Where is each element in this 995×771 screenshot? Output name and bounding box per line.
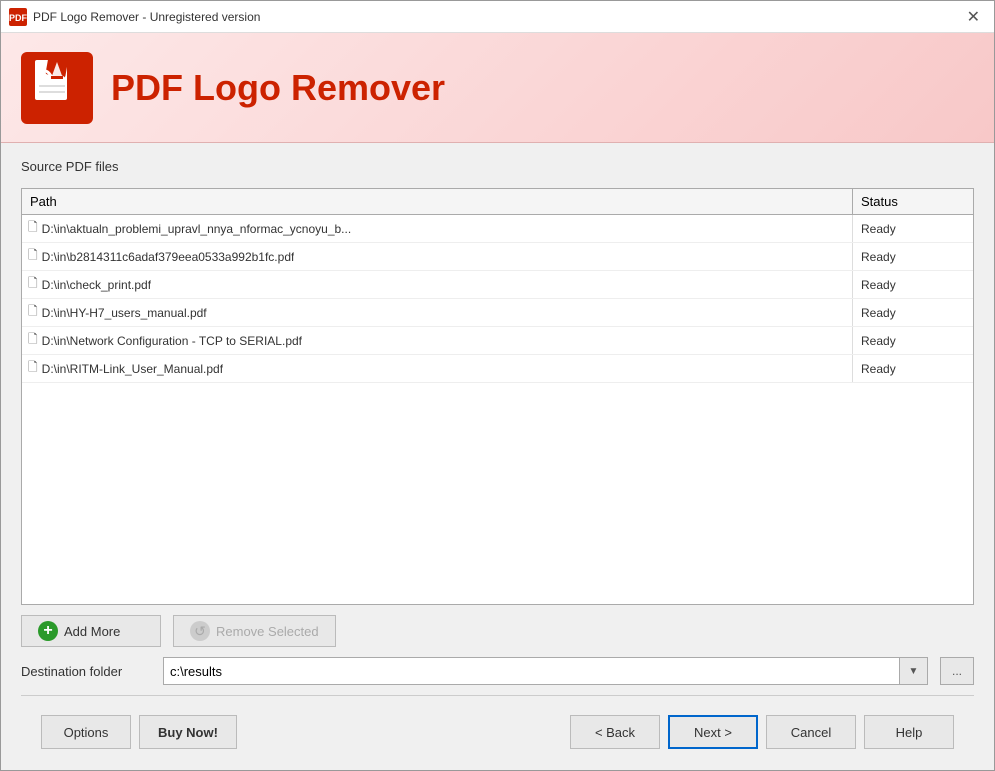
table-header: Path Status (22, 189, 973, 215)
source-label: Source PDF files (21, 159, 974, 174)
main-content: Source PDF files Path Status 🗋 D:\in\akt… (1, 143, 994, 770)
file-path-text: D:\in\b2814311c6adaf379eea0533a992b1fc.p… (42, 250, 295, 264)
file-status-cell: Ready (853, 303, 973, 323)
file-path-text: D:\in\aktualn_problemi_upravl_nnya_nform… (42, 222, 352, 236)
add-more-button[interactable]: + Add More (21, 615, 161, 647)
table-row[interactable]: 🗋 D:\in\b2814311c6adaf379eea0533a992b1fc… (22, 243, 973, 271)
buy-now-button[interactable]: Buy Now! (139, 715, 237, 749)
window-title: PDF Logo Remover - Unregistered version (33, 10, 260, 24)
destination-browse-button[interactable]: ... (940, 657, 974, 685)
navigation-buttons: < Back Next > Cancel Help (570, 715, 954, 749)
file-status-cell: Ready (853, 219, 973, 239)
app-logo-icon (21, 52, 93, 124)
file-icon: 🗋 (28, 246, 38, 267)
app-banner-title: PDF Logo Remover (111, 67, 445, 109)
svg-text:PDF: PDF (9, 13, 27, 23)
file-icon: 🗋 (28, 218, 38, 239)
app-window: PDF PDF Logo Remover - Unregistered vers… (0, 0, 995, 771)
file-path-text: D:\in\RITM-Link_User_Manual.pdf (42, 362, 223, 376)
remove-icon: ↺ (190, 621, 210, 641)
cancel-button[interactable]: Cancel (766, 715, 856, 749)
file-path-cell: 🗋 D:\in\aktualn_problemi_upravl_nnya_nfo… (22, 215, 853, 242)
file-path-text: D:\in\HY-H7_users_manual.pdf (42, 306, 207, 320)
file-table: Path Status 🗋 D:\in\aktualn_problemi_upr… (21, 188, 974, 605)
col-status-header: Status (853, 189, 973, 214)
file-action-buttons: + Add More ↺ Remove Selected (21, 615, 974, 647)
header-banner: PDF Logo Remover (1, 33, 994, 143)
file-icon: 🗋 (28, 302, 38, 323)
destination-dropdown-button[interactable]: ▼ (899, 658, 927, 684)
file-status-cell: Ready (853, 331, 973, 351)
table-row[interactable]: 🗋 D:\in\Network Configuration - TCP to S… (22, 327, 973, 355)
table-row[interactable]: 🗋 D:\in\RITM-Link_User_Manual.pdf Ready (22, 355, 973, 383)
file-path-cell: 🗋 D:\in\Network Configuration - TCP to S… (22, 327, 853, 354)
add-icon: + (38, 621, 58, 641)
file-path-text: D:\in\Network Configuration - TCP to SER… (42, 334, 302, 348)
table-row[interactable]: 🗋 D:\in\aktualn_problemi_upravl_nnya_nfo… (22, 215, 973, 243)
file-path-cell: 🗋 D:\in\HY-H7_users_manual.pdf (22, 299, 853, 326)
col-path-header: Path (22, 189, 853, 214)
file-path-cell: 🗋 D:\in\check_print.pdf (22, 271, 853, 298)
destination-label: Destination folder (21, 664, 151, 679)
next-button[interactable]: Next > (668, 715, 758, 749)
title-bar-left: PDF PDF Logo Remover - Unregistered vers… (9, 8, 260, 26)
file-path-cell: 🗋 D:\in\RITM-Link_User_Manual.pdf (22, 355, 853, 382)
destination-input-wrapper: ▼ (163, 657, 928, 685)
file-icon: 🗋 (28, 358, 38, 379)
back-button[interactable]: < Back (570, 715, 660, 749)
destination-input[interactable] (164, 664, 899, 679)
bottom-bar: Options Buy Now! < Back Next > Cancel He… (21, 706, 974, 758)
remove-selected-button[interactable]: ↺ Remove Selected (173, 615, 336, 647)
table-row[interactable]: 🗋 D:\in\HY-H7_users_manual.pdf Ready (22, 299, 973, 327)
separator (21, 695, 974, 696)
file-path-text: D:\in\check_print.pdf (42, 278, 151, 292)
table-row[interactable]: 🗋 D:\in\check_print.pdf Ready (22, 271, 973, 299)
add-more-label: Add More (64, 624, 120, 639)
file-status-cell: Ready (853, 359, 973, 379)
close-button[interactable]: ✕ (961, 5, 986, 29)
remove-selected-label: Remove Selected (216, 624, 319, 639)
file-table-body[interactable]: 🗋 D:\in\aktualn_problemi_upravl_nnya_nfo… (22, 215, 973, 604)
file-status-cell: Ready (853, 247, 973, 267)
title-icon: PDF (9, 8, 27, 26)
file-status-cell: Ready (853, 275, 973, 295)
options-button[interactable]: Options (41, 715, 131, 749)
file-icon: 🗋 (28, 274, 38, 295)
help-button[interactable]: Help (864, 715, 954, 749)
title-bar: PDF PDF Logo Remover - Unregistered vers… (1, 1, 994, 33)
destination-row: Destination folder ▼ ... (21, 657, 974, 685)
file-icon: 🗋 (28, 330, 38, 351)
file-path-cell: 🗋 D:\in\b2814311c6adaf379eea0533a992b1fc… (22, 243, 853, 270)
